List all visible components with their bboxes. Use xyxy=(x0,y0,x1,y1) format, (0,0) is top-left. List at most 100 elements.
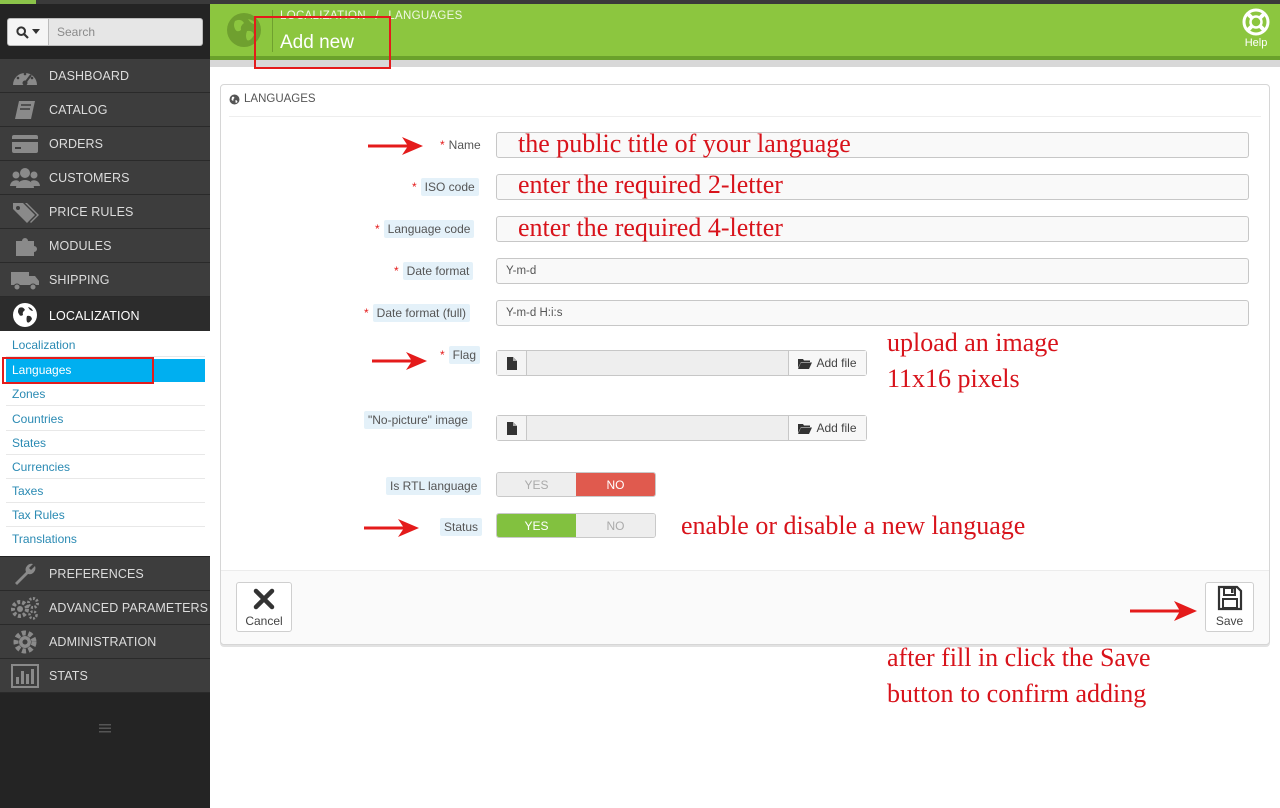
annotation-arrow-icon xyxy=(372,352,427,370)
submenu-currencies[interactable]: Currencies xyxy=(6,456,205,479)
annotation-language-code: enter the required 4-letter xyxy=(518,213,783,242)
annotation-arrow-icon xyxy=(1130,601,1197,621)
menu-item-price-rules[interactable]: PRICE RULES xyxy=(0,195,210,229)
save-label: Save xyxy=(1215,614,1244,628)
menu-label: CATALOG xyxy=(49,102,108,117)
annotation-status: enable or disable a new language xyxy=(681,511,1026,540)
folder-open-icon xyxy=(798,358,813,369)
menu-label: MODULES xyxy=(49,238,112,253)
bar-chart-icon xyxy=(10,664,40,688)
annotation-save-line2: button to confirm adding xyxy=(887,679,1147,708)
name-label: * Name xyxy=(440,138,481,152)
life-ring-icon xyxy=(1242,8,1270,36)
submenu-states[interactable]: States xyxy=(6,432,205,455)
panel-footer: Cancel Save xyxy=(221,570,1269,644)
menu-item-dashboard[interactable]: DASHBOARD xyxy=(0,59,210,93)
file-icon xyxy=(497,351,527,375)
book-icon xyxy=(10,98,40,122)
rtl-label: Is RTL language xyxy=(386,477,482,495)
menu-item-administration[interactable]: ADMINISTRATION xyxy=(0,625,210,659)
search-icon xyxy=(16,25,29,39)
menu-label: PRICE RULES xyxy=(49,204,134,219)
menu-item-customers[interactable]: CUSTOMERS xyxy=(0,161,210,195)
panel-title: LANGUAGES xyxy=(244,93,316,105)
annotation-name: the public title of your language xyxy=(518,129,851,158)
status-toggle[interactable]: YES NO xyxy=(496,513,656,538)
menu-label: SHIPPING xyxy=(49,272,110,287)
submenu-countries[interactable]: Countries xyxy=(6,408,205,431)
rtl-toggle[interactable]: YES NO xyxy=(496,472,656,497)
status-yes-option[interactable]: YES xyxy=(497,514,576,537)
menu-label: ADMINISTRATION xyxy=(49,634,157,649)
submenu-localization[interactable]: Localization xyxy=(6,334,205,357)
menu-label: CUSTOMERS xyxy=(49,170,130,185)
submenu-zones[interactable]: Zones xyxy=(6,383,205,406)
date-format-full-input[interactable] xyxy=(496,300,1249,326)
menu-label: ORDERS xyxy=(49,136,104,151)
flag-label: * Flag xyxy=(440,346,481,364)
cancel-button[interactable]: Cancel xyxy=(236,582,292,632)
annotation-iso: enter the required 2-letter xyxy=(518,170,783,199)
menu-label: DASHBOARD xyxy=(49,68,130,83)
cog-icon xyxy=(10,630,40,654)
tags-icon xyxy=(10,200,40,224)
menu-label: LOCALIZATION xyxy=(49,308,140,323)
help-label: Help xyxy=(1244,37,1268,49)
file-icon xyxy=(497,416,527,440)
breadcrumb-current[interactable]: LANGUAGES xyxy=(388,10,462,22)
iso-code-label: * ISO code xyxy=(412,178,479,196)
wrench-icon xyxy=(10,562,40,586)
no-picture-add-file-button[interactable]: Add file xyxy=(788,416,866,440)
globe-icon xyxy=(229,94,240,104)
save-button[interactable]: Save xyxy=(1205,582,1254,632)
flag-add-file-button[interactable]: Add file xyxy=(788,351,866,375)
sidebar: DASHBOARD CATALOG ORDERS CUSTOMERS PRICE… xyxy=(0,4,210,808)
annotation-arrow-icon xyxy=(368,137,423,155)
language-code-label: * Language code xyxy=(375,220,475,238)
collapse-menu-icon[interactable] xyxy=(97,722,113,734)
menu-item-catalog[interactable]: CATALOG xyxy=(0,93,210,127)
cancel-label: Cancel xyxy=(245,614,283,628)
panel-heading-divider xyxy=(229,116,1261,117)
menu-item-preferences[interactable]: PREFERENCES xyxy=(0,557,210,591)
users-icon xyxy=(10,166,40,190)
rtl-no-option[interactable]: NO xyxy=(576,473,655,496)
submenu-translations[interactable]: Translations xyxy=(6,528,205,551)
status-no-option[interactable]: NO xyxy=(576,514,655,537)
menu-item-modules[interactable]: MODULES xyxy=(0,229,210,263)
date-format-label: * Date format xyxy=(394,262,474,280)
puzzle-icon xyxy=(10,234,40,258)
menu-label: STATS xyxy=(49,668,88,683)
caret-down-icon xyxy=(32,29,40,34)
annotation-flag-line1: upload an image xyxy=(887,328,1059,357)
dashboard-icon xyxy=(10,64,40,88)
close-icon xyxy=(253,588,275,610)
menu-item-orders[interactable]: ORDERS xyxy=(0,127,210,161)
help-button[interactable]: Help xyxy=(1236,8,1276,56)
no-picture-label: "No-picture" image xyxy=(364,411,472,429)
menu-item-shipping[interactable]: SHIPPING xyxy=(0,263,210,297)
cogs-icon xyxy=(10,596,40,620)
menu-item-localization[interactable]: LOCALIZATION xyxy=(0,297,210,335)
truck-icon xyxy=(10,268,40,292)
annotation-save-line1: after fill in click the Save xyxy=(887,643,1151,672)
annotation-highlight-languages xyxy=(2,357,154,384)
status-label: Status xyxy=(440,518,483,536)
search-type-button[interactable] xyxy=(7,18,49,46)
search-input[interactable] xyxy=(49,18,203,46)
rtl-yes-option[interactable]: YES xyxy=(497,473,576,496)
menu-label: PREFERENCES xyxy=(49,566,144,581)
menu-item-advanced-parameters[interactable]: ADVANCED PARAMETERS xyxy=(0,591,210,625)
flag-file-input[interactable]: Add file xyxy=(496,350,867,376)
date-format-input[interactable] xyxy=(496,258,1249,284)
menu-label: ADVANCED PARAMETERS xyxy=(49,600,209,615)
panel-heading: LANGUAGES xyxy=(229,93,316,105)
menu-item-stats[interactable]: STATS xyxy=(0,659,210,693)
folder-open-icon xyxy=(798,423,813,434)
submenu-taxes[interactable]: Taxes xyxy=(6,480,205,503)
no-picture-file-input[interactable]: Add file xyxy=(496,415,867,441)
submenu-tax-rules[interactable]: Tax Rules xyxy=(6,504,205,527)
annotation-arrow-icon xyxy=(364,519,419,537)
date-format-full-label: * Date format (full) xyxy=(364,304,471,322)
search-box xyxy=(7,18,203,46)
